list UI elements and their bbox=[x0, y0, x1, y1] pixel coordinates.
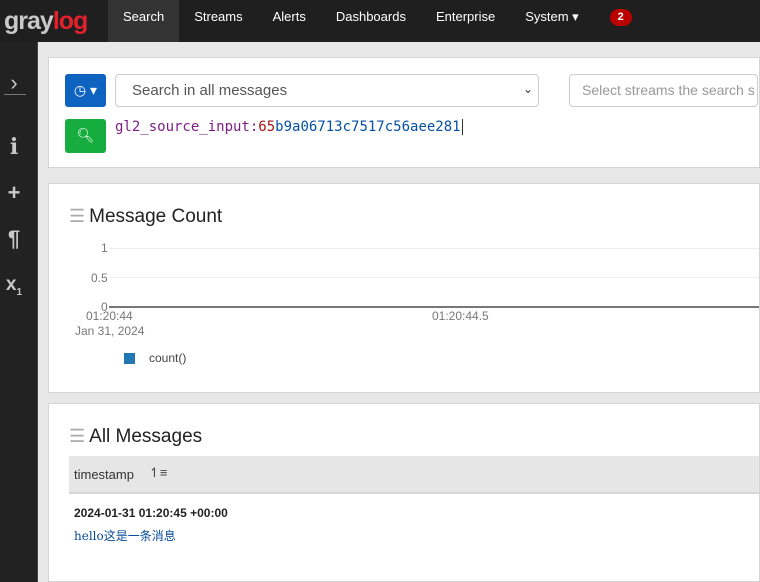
paragraph-icon[interactable]: ¶ bbox=[0, 226, 28, 252]
nav-streams[interactable]: Streams bbox=[179, 0, 257, 42]
legend-swatch bbox=[124, 353, 135, 364]
search-panel: ◷ ▾ Search in all messages ⌄ Select stre… bbox=[48, 57, 760, 168]
gridline bbox=[109, 277, 759, 278]
top-navbar: gray log Search Streams Alerts Dashboards… bbox=[0, 0, 760, 42]
x-axis-line bbox=[109, 306, 759, 308]
chevron-down-icon: ⌄ bbox=[523, 82, 534, 96]
plus-icon[interactable]: + bbox=[0, 180, 28, 206]
query-input[interactable]: gl2_source_input:65b9a06713c7517c56aee28… bbox=[115, 119, 463, 135]
all-messages-panel: ☰ All Messages timestamp ↿≡ 2024-01-31 01… bbox=[48, 403, 760, 582]
subscript-icon[interactable]: x1 bbox=[0, 274, 28, 298]
streams-select[interactable]: Select streams the search s bbox=[569, 74, 758, 107]
widget-title: ☰ Message Count bbox=[69, 206, 223, 227]
drag-handle-icon[interactable]: ☰ bbox=[69, 426, 85, 446]
column-header-timestamp[interactable]: timestamp bbox=[74, 467, 134, 482]
nav-system[interactable]: System ▾ bbox=[510, 0, 593, 42]
x-tick: 01:20:44.5 bbox=[432, 309, 489, 323]
legend-label[interactable]: count() bbox=[149, 351, 186, 365]
sidebar-divider bbox=[4, 94, 26, 95]
clock-icon: ◷ bbox=[73, 82, 87, 98]
nav-alerts[interactable]: Alerts bbox=[258, 0, 321, 42]
gridline bbox=[109, 248, 759, 249]
search-icon: 🔍︎ bbox=[76, 127, 95, 143]
nav-search[interactable]: Search bbox=[108, 0, 180, 42]
sidebar: › i + ¶ x1 bbox=[0, 42, 38, 582]
nav-dashboards[interactable]: Dashboards bbox=[321, 0, 421, 42]
chevron-right-icon[interactable]: › bbox=[0, 70, 28, 96]
table-header: timestamp ↿≡ bbox=[69, 456, 759, 494]
notification-badge[interactable]: 2 bbox=[609, 8, 632, 26]
sort-icon[interactable]: ↿≡ bbox=[149, 465, 167, 481]
y-tick: 1 bbox=[101, 241, 108, 255]
time-range-button[interactable]: ◷ ▾ bbox=[65, 74, 106, 107]
widget-title: ☰ All Messages bbox=[69, 426, 203, 447]
message-count-panel: ☰ Message Count 1 0.5 0 01:20:44 Jan 31, … bbox=[48, 183, 760, 393]
saved-search-select[interactable]: Search in all messages bbox=[115, 74, 539, 107]
search-button[interactable]: 🔍︎ bbox=[65, 119, 106, 153]
message-text[interactable]: hello这是一条消息 bbox=[74, 527, 176, 544]
x-tick-date: Jan 31, 2024 bbox=[75, 324, 145, 338]
y-tick: 0.5 bbox=[91, 271, 108, 285]
graylog-logo[interactable]: gray log bbox=[0, 0, 108, 42]
drag-handle-icon[interactable]: ☰ bbox=[69, 206, 85, 226]
info-icon[interactable]: i bbox=[0, 134, 28, 160]
message-timestamp[interactable]: 2024-01-31 01:20:45 +00:00 bbox=[74, 506, 228, 520]
nav-enterprise[interactable]: Enterprise bbox=[421, 0, 510, 42]
x-tick: 01:20:44 bbox=[86, 309, 133, 323]
